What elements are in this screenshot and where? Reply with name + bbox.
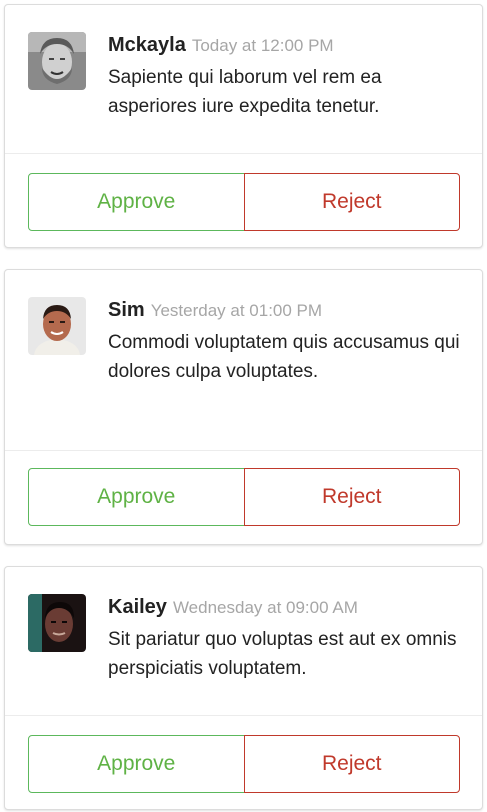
card-divider xyxy=(5,153,482,154)
action-buttons: Approve Reject xyxy=(28,735,460,793)
approve-button[interactable]: Approve xyxy=(28,735,245,793)
comment-date: Today at 12:00 PM xyxy=(191,36,334,55)
author-name[interactable]: Kailey xyxy=(108,596,167,618)
review-card: Kailey Wednesday at 09:00 AM Sit pariatur… xyxy=(4,566,483,810)
approve-button[interactable]: Approve xyxy=(28,468,245,526)
action-buttons: Approve Reject xyxy=(28,173,460,231)
comment-text: Sapiente qui laborum vel rem ea asperior… xyxy=(108,67,382,117)
review-card: Mckayla Today at 12:00 PM Sapiente qui la… xyxy=(4,4,483,248)
comment-date: Yesterday at 01:00 PM xyxy=(150,301,323,320)
comment-text: Commodi voluptatem quis accusamus qui do… xyxy=(108,332,460,382)
card-divider xyxy=(5,715,482,716)
approve-button[interactable]: Approve xyxy=(28,173,245,231)
comment-text: Sit pariatur quo voluptas est aut ex omn… xyxy=(108,629,457,679)
reject-button[interactable]: Reject xyxy=(243,173,460,231)
action-buttons: Approve Reject xyxy=(28,468,460,526)
author-name[interactable]: Mckayla xyxy=(108,34,186,56)
author-name[interactable]: Sim xyxy=(108,299,145,321)
review-feed: Mckayla Today at 12:00 PM Sapiente qui la… xyxy=(0,0,487,812)
reject-button[interactable]: Reject xyxy=(243,468,460,526)
comment-date: Wednesday at 09:00 AM xyxy=(172,598,358,617)
reject-button[interactable]: Reject xyxy=(243,735,460,793)
card-divider xyxy=(5,450,482,451)
review-card: Sim Yesterday at 01:00 PM Commodi volupta… xyxy=(4,269,483,545)
